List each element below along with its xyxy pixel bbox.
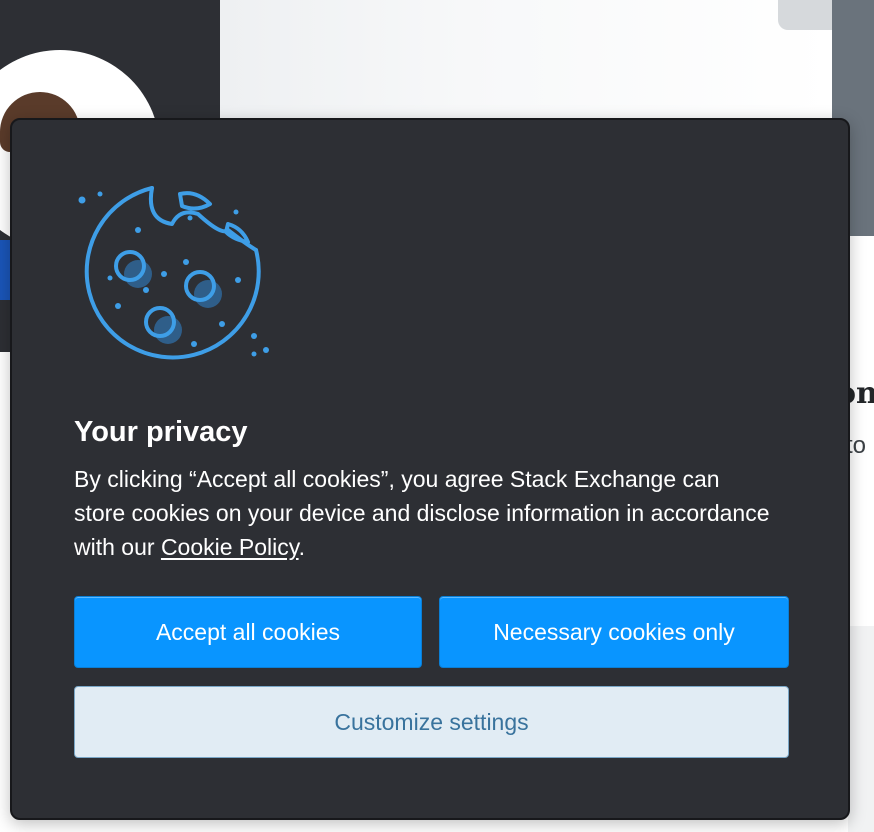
background-tab [778,0,838,30]
cookie-icon [78,186,269,360]
modal-title: Your privacy [74,416,248,448]
background-footer-panel [848,626,874,832]
customize-settings-button[interactable]: Customize settings [74,686,789,758]
accept-all-cookies-button[interactable]: Accept all cookies [74,596,422,668]
modal-description: By clicking “Accept all cookies”, you ag… [74,462,774,564]
necessary-cookies-only-button[interactable]: Necessary cookies only [439,596,789,668]
background-hero-panel [220,0,832,120]
cookie-consent-dialog: Your privacy By clicking “Accept all coo… [10,118,850,820]
background-content-panel [848,236,874,626]
cookie-policy-link[interactable]: Cookie Policy [161,534,299,560]
modal-description-end: . [298,534,305,560]
